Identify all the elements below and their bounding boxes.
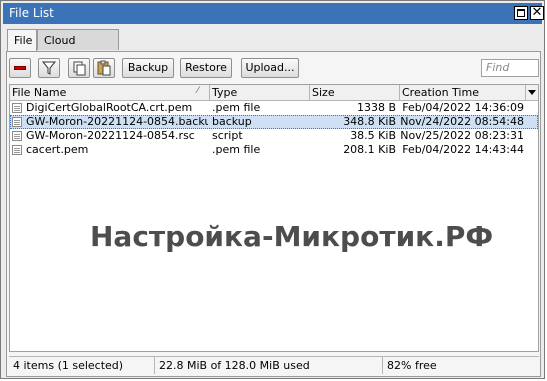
file-icon <box>12 103 22 113</box>
file-panel: Backup Restore Upload... Find File Name … <box>6 51 541 377</box>
backup-button[interactable]: Backup <box>122 58 174 78</box>
table-row[interactable]: GW-Moron-20221124-0854.rsc script 38.5 K… <box>10 129 538 143</box>
file-icon <box>12 131 22 141</box>
watermark-text: Настройка-Микротик.РФ <box>90 220 494 253</box>
sort-icon: ⁄ <box>197 86 199 96</box>
paste-icon <box>97 60 111 76</box>
status-item-count: 4 items (1 selected) <box>9 357 155 374</box>
file-table: File Name ⁄ Type Size Creation Time Digi… <box>9 84 539 352</box>
close-icon: ✕ <box>531 5 543 20</box>
column-size[interactable]: Size <box>310 85 400 100</box>
status-bar: 4 items (1 selected) 22.8 MiB of 128.0 M… <box>9 356 539 374</box>
paste-button[interactable] <box>93 58 115 78</box>
file-icon <box>12 145 22 155</box>
column-creation-time[interactable]: Creation Time <box>400 85 526 100</box>
table-row[interactable]: DigiCertGlobalRootCA.crt.pem .pem file 1… <box>10 101 538 115</box>
copy-button[interactable] <box>68 58 90 78</box>
table-header: File Name ⁄ Type Size Creation Time <box>10 85 538 101</box>
filter-button[interactable] <box>38 58 60 78</box>
title-bar[interactable]: File List ✕ <box>3 3 544 24</box>
tab-file[interactable]: File <box>7 29 37 52</box>
window-title: File List <box>9 6 54 20</box>
filter-icon <box>41 61 57 75</box>
tab-cloud-backup[interactable]: Cloud Backup <box>37 29 119 68</box>
status-usage: 22.8 MiB of 128.0 MiB used <box>155 357 383 374</box>
column-type[interactable]: Type <box>210 85 310 100</box>
column-file-name[interactable]: File Name <box>10 85 210 100</box>
status-free: 82% free <box>387 359 437 372</box>
find-input[interactable]: Find <box>481 59 539 77</box>
close-button[interactable]: ✕ <box>530 5 544 20</box>
upload-button[interactable]: Upload... <box>241 58 299 78</box>
table-row[interactable]: cacert.pem .pem file 208.1 KiB Feb/04/20… <box>10 143 538 157</box>
restore-button[interactable]: Restore <box>180 58 232 78</box>
minus-icon <box>14 66 26 70</box>
remove-button[interactable] <box>9 58 31 78</box>
copy-icon <box>73 61 86 76</box>
column-menu-button[interactable] <box>526 85 538 100</box>
table-row-selected[interactable]: GW-Moron-20221124-0854.backup backup 348… <box>10 115 538 129</box>
file-list-window: File List ✕ File Cloud Backup Backup Res… <box>0 0 545 379</box>
maximize-button[interactable] <box>514 6 528 20</box>
file-icon <box>12 117 22 127</box>
